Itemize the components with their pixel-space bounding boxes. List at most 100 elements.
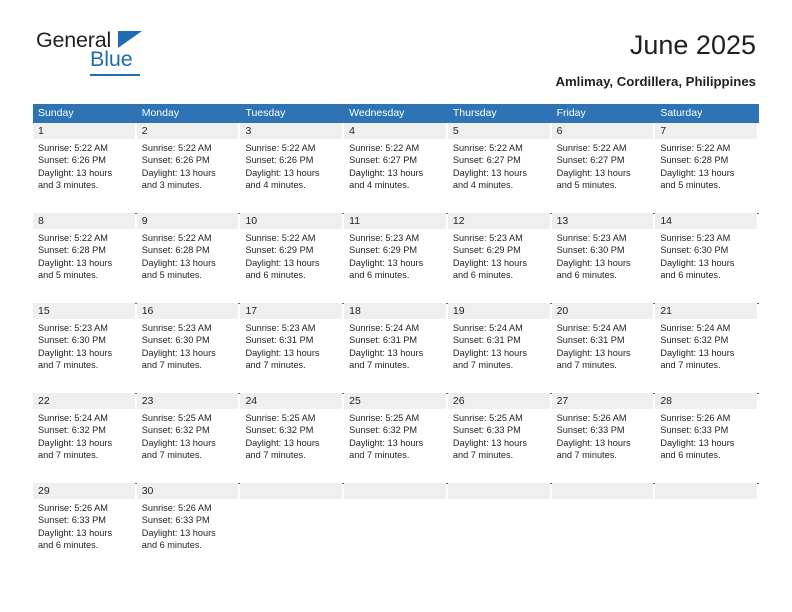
- logo-triangle-icon: [118, 31, 142, 48]
- calendar-day-cell[interactable]: 29 Sunrise: 5:26 AM Sunset: 6:33 PM Dayligh…: [33, 483, 137, 573]
- calendar-day-cell[interactable]: 11 Sunrise: 5:23 AM Sunset: 6:29 PM Dayligh…: [344, 213, 448, 303]
- daylight-text-line1: Daylight: 13 hours: [141, 347, 216, 358]
- day-number-band: [33, 213, 135, 229]
- calendar-day-cell[interactable]: 20 Sunrise: 5:24 AM Sunset: 6:31 PM Dayligh…: [551, 303, 656, 393]
- daylight-text-line1: Daylight: 13 hours: [660, 257, 735, 268]
- daylight-text-line1: Daylight: 13 hours: [349, 257, 424, 268]
- sunrise-text: Sunrise: 5:23 AM: [660, 233, 731, 243]
- calendar-day-cell[interactable]: 1 Sunrise: 5:22 AM Sunset: 6:26 PM Daylight…: [33, 123, 137, 213]
- daylight-text-line1: Daylight: 13 hours: [245, 437, 320, 448]
- daylight-text-line1: Daylight: 13 hours: [38, 167, 113, 178]
- day-number: 11: [349, 215, 361, 227]
- daylight-text-line2: and 7 minutes.: [245, 360, 306, 371]
- daylight-text-line2: and 6 minutes.: [349, 270, 410, 281]
- sunset-text: Sunset: 6:32 PM: [349, 425, 418, 436]
- calendar-day-cell[interactable]: 21 Sunrise: 5:24 AM Sunset: 6:32 PM Dayligh…: [655, 303, 759, 393]
- calendar-day-cell[interactable]: 24 Sunrise: 5:25 AM Sunset: 6:32 PM Dayligh…: [240, 393, 344, 483]
- calendar-day-cell[interactable]: 19 Sunrise: 5:24 AM Sunset: 6:31 PM Dayligh…: [447, 303, 552, 393]
- calendar-day-cell[interactable]: 18 Sunrise: 5:24 AM Sunset: 6:31 PM Dayligh…: [344, 303, 448, 393]
- calendar-day-cell[interactable]: 26 Sunrise: 5:25 AM Sunset: 6:33 PM Dayligh…: [447, 393, 552, 483]
- calendar-day-cell[interactable]: 22 Sunrise: 5:24 AM Sunset: 6:32 PM Dayligh…: [33, 393, 137, 483]
- calendar-week-row: 8 Sunrise: 5:22 AM Sunset: 6:28 PM Daylight…: [33, 213, 759, 303]
- daylight-text-line2: and 3 minutes.: [141, 180, 202, 191]
- calendar-day-cell[interactable]: 16 Sunrise: 5:23 AM Sunset: 6:30 PM Dayligh…: [136, 303, 241, 393]
- sunrise-text: Sunrise: 5:25 AM: [141, 413, 212, 423]
- sunset-text: Sunset: 6:27 PM: [556, 155, 625, 166]
- calendar-day-cell[interactable]: 8 Sunrise: 5:22 AM Sunset: 6:28 PM Daylight…: [33, 213, 137, 303]
- calendar-day-cell[interactable]: 23 Sunrise: 5:25 AM Sunset: 6:32 PM Dayligh…: [136, 393, 241, 483]
- daylight-text-line2: and 6 minutes.: [660, 450, 721, 461]
- daylight-text-line1: Daylight: 13 hours: [38, 437, 113, 448]
- calendar-day-cell[interactable]: 25 Sunrise: 5:25 AM Sunset: 6:32 PM Dayligh…: [344, 393, 448, 483]
- day-number: 30: [141, 485, 154, 497]
- sunrise-text: Sunrise: 5:22 AM: [452, 143, 523, 153]
- calendar-day-cell[interactable]: 7 Sunrise: 5:22 AM Sunset: 6:28 PM Daylight…: [655, 123, 759, 213]
- day-details: Sunrise: 5:22 AM Sunset: 6:27 PM Daylight:…: [557, 142, 652, 192]
- daylight-text-line2: and 6 minutes.: [556, 270, 617, 281]
- day-details: Sunrise: 5:22 AM Sunset: 6:26 PM Daylight:…: [245, 142, 340, 192]
- sunset-text: Sunset: 6:33 PM: [141, 515, 210, 526]
- calendar-day-cell[interactable]: 30 Sunrise: 5:26 AM Sunset: 6:33 PM Dayligh…: [136, 483, 241, 573]
- day-details: Sunrise: 5:25 AM Sunset: 6:32 PM Daylight:…: [349, 412, 444, 462]
- daylight-text-line2: and 6 minutes.: [245, 270, 306, 281]
- daylight-text-line1: Daylight: 13 hours: [245, 167, 320, 178]
- sunrise-text: Sunrise: 5:24 AM: [660, 323, 731, 333]
- day-number: 19: [452, 305, 465, 317]
- calendar-day-cell[interactable]: 5 Sunrise: 5:22 AM Sunset: 6:27 PM Daylight…: [447, 123, 552, 213]
- calendar-day-cell[interactable]: 27 Sunrise: 5:26 AM Sunset: 6:33 PM Dayligh…: [551, 393, 656, 483]
- calendar-day-cell[interactable]: 2 Sunrise: 5:22 AM Sunset: 6:26 PM Daylight…: [136, 123, 241, 213]
- day-number-band: [447, 123, 550, 139]
- sunrise-text: Sunrise: 5:26 AM: [660, 413, 731, 423]
- daylight-text-line2: and 7 minutes.: [556, 450, 617, 461]
- sunset-text: Sunset: 6:33 PM: [38, 515, 106, 526]
- weekday-header-tuesday: Tuesday: [245, 107, 286, 119]
- day-number-band: [33, 123, 135, 139]
- calendar-day-cell-empty: [240, 483, 344, 573]
- day-details: Sunrise: 5:23 AM Sunset: 6:29 PM Daylight:…: [349, 232, 444, 282]
- day-details: Sunrise: 5:25 AM Sunset: 6:32 PM Daylight:…: [142, 412, 237, 462]
- weekday-header-thursday: Thursday: [452, 107, 497, 119]
- day-number: 21: [660, 305, 672, 317]
- calendar-day-cell[interactable]: 15 Sunrise: 5:23 AM Sunset: 6:30 PM Dayligh…: [33, 303, 137, 393]
- calendar-week-row: 22 Sunrise: 5:24 AM Sunset: 6:32 PM Dayligh…: [33, 393, 759, 483]
- calendar-day-cell[interactable]: 14 Sunrise: 5:23 AM Sunset: 6:30 PM Dayligh…: [655, 213, 759, 303]
- daylight-text-line1: Daylight: 13 hours: [38, 527, 113, 538]
- day-details: Sunrise: 5:23 AM Sunset: 6:29 PM Daylight:…: [453, 232, 548, 282]
- calendar-day-cell[interactable]: 10 Sunrise: 5:22 AM Sunset: 6:29 PM Dayligh…: [240, 213, 344, 303]
- calendar-day-cell[interactable]: 6 Sunrise: 5:22 AM Sunset: 6:27 PM Daylight…: [551, 123, 656, 213]
- weekday-header-sunday: Sunday: [38, 107, 74, 119]
- day-number: 6: [556, 125, 563, 137]
- calendar-day-cell[interactable]: 4 Sunrise: 5:22 AM Sunset: 6:27 PM Daylight…: [344, 123, 448, 213]
- calendar-weeks: 1 Sunrise: 5:22 AM Sunset: 6:26 PM Daylight…: [33, 123, 759, 573]
- day-number: 16: [141, 305, 154, 317]
- day-number: 13: [556, 215, 569, 227]
- sunrise-text: Sunrise: 5:22 AM: [141, 233, 212, 243]
- sunset-text: Sunset: 6:29 PM: [452, 245, 521, 256]
- calendar-day-cell[interactable]: 9 Sunrise: 5:22 AM Sunset: 6:28 PM Daylight…: [136, 213, 241, 303]
- calendar-week-cells: 22 Sunrise: 5:24 AM Sunset: 6:32 PM Dayligh…: [33, 393, 759, 483]
- sunrise-text: Sunrise: 5:24 AM: [452, 323, 523, 333]
- sunrise-text: Sunrise: 5:26 AM: [38, 503, 108, 513]
- calendar-day-cell[interactable]: 28 Sunrise: 5:26 AM Sunset: 6:33 PM Dayligh…: [655, 393, 759, 483]
- daylight-text-line1: Daylight: 13 hours: [245, 347, 320, 358]
- calendar-day-cell[interactable]: 13 Sunrise: 5:23 AM Sunset: 6:30 PM Dayligh…: [551, 213, 656, 303]
- sunrise-text: Sunrise: 5:22 AM: [245, 143, 316, 153]
- sunset-text: Sunset: 6:29 PM: [245, 245, 314, 256]
- sunset-text: Sunset: 6:31 PM: [245, 335, 314, 346]
- sunrise-text: Sunrise: 5:22 AM: [349, 143, 420, 153]
- sunset-text: Sunset: 6:32 PM: [141, 425, 210, 436]
- day-details: Sunrise: 5:22 AM Sunset: 6:26 PM Daylight:…: [142, 142, 237, 192]
- sunrise-text: Sunrise: 5:25 AM: [245, 413, 316, 423]
- sunrise-text: Sunrise: 5:23 AM: [452, 233, 523, 243]
- calendar-day-cell[interactable]: 12 Sunrise: 5:23 AM Sunset: 6:29 PM Dayligh…: [447, 213, 552, 303]
- calendar-day-cell[interactable]: 3 Sunrise: 5:22 AM Sunset: 6:26 PM Daylight…: [240, 123, 344, 213]
- daylight-text-line1: Daylight: 13 hours: [452, 347, 527, 358]
- daylight-text-line1: Daylight: 13 hours: [349, 437, 424, 448]
- day-details: Sunrise: 5:23 AM Sunset: 6:30 PM Daylight:…: [557, 232, 652, 282]
- sunset-text: Sunset: 6:30 PM: [38, 335, 106, 346]
- calendar-day-cell[interactable]: 17 Sunrise: 5:23 AM Sunset: 6:31 PM Dayligh…: [240, 303, 344, 393]
- calendar-page: General Blue June 2025 Amlimay, Cordille…: [0, 0, 792, 612]
- daylight-text-line1: Daylight: 13 hours: [245, 257, 320, 268]
- day-details: Sunrise: 5:26 AM Sunset: 6:33 PM Daylight:…: [660, 412, 755, 462]
- daylight-text-line2: and 7 minutes.: [660, 360, 721, 371]
